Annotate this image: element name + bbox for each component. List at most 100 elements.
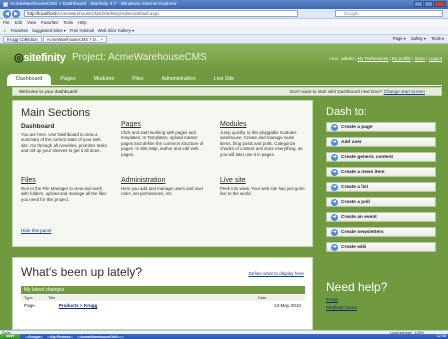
user-bar: User: admin | My Preferences | My profil… xyxy=(329,56,442,61)
create-page-button[interactable]: ➜ Create a page xyxy=(326,122,436,132)
button-label: Create a page xyxy=(341,124,373,130)
taskbar: start Google My Pictures AcmeWarehouseCM… xyxy=(0,334,448,339)
nav-divider xyxy=(7,85,442,86)
row-title-link[interactable]: Products > Krugg xyxy=(59,303,98,308)
section-desc: Here you add and manage users and user r… xyxy=(121,186,204,197)
hide-panel-link[interactable]: Hide this panel xyxy=(21,228,51,233)
page-menu[interactable]: Page ▾ xyxy=(393,36,406,41)
section-pages: Pages Click and start working with pages… xyxy=(121,121,207,157)
url-host: http://localhost xyxy=(27,11,57,16)
close-button[interactable] xyxy=(434,1,446,7)
section-title-link[interactable]: Administration xyxy=(121,177,207,184)
arrow-icon: ➜ xyxy=(331,243,338,251)
dash-to-title: Dash to: xyxy=(326,106,367,118)
menu-edit[interactable]: Edit xyxy=(15,20,22,25)
section-title-link[interactable]: Files xyxy=(21,177,107,184)
menu-tools[interactable]: Tools xyxy=(63,20,73,25)
menu-help[interactable]: Help xyxy=(78,20,87,25)
nav-live-site[interactable]: Live Site xyxy=(205,74,244,85)
arrow-icon: ➜ xyxy=(331,168,338,176)
favorite-web-slice[interactable]: Web Slice Gallery ▾ xyxy=(98,28,134,33)
task-my-pictures[interactable]: My Pictures xyxy=(46,334,75,339)
menu-favorites[interactable]: Favorites xyxy=(41,20,58,25)
whats-up-panel: What's been up lately? Define what to di… xyxy=(12,257,313,330)
window-controls xyxy=(414,1,446,7)
section-title-link[interactable]: Modules xyxy=(220,121,306,128)
tools-menu[interactable]: Tools ▾ xyxy=(431,36,444,41)
minimize-button[interactable] xyxy=(414,1,423,7)
my-preferences-link[interactable]: My Preferences xyxy=(358,56,389,61)
nav-administration[interactable]: Administration xyxy=(152,74,204,85)
store-link[interactable]: Store xyxy=(414,56,425,61)
favorite-suggested-sites[interactable]: Suggested Sites ▾ xyxy=(32,28,66,33)
create-poll-button[interactable]: ➜ Create a poll xyxy=(326,197,436,207)
button-label: Add user xyxy=(341,139,362,145)
tab-krugg[interactable]: Krugg Collection xyxy=(3,35,42,43)
welcome-text: Welcome to your dashboard! xyxy=(19,89,78,94)
whats-up-title: What's been up lately? xyxy=(21,265,143,279)
search-input[interactable]: Google xyxy=(335,10,443,17)
button-label: Create a list xyxy=(341,184,369,190)
faqs-link[interactable]: FAQs xyxy=(326,297,444,302)
section-modules: Modules Jump quickly to this pluggable m… xyxy=(220,121,306,157)
button-label: Create wiki xyxy=(341,244,367,250)
menu-view[interactable]: View xyxy=(27,20,36,25)
create-list-button[interactable]: ➜ Create a list xyxy=(326,182,436,192)
address-bar[interactable]: http://localhost/AcmeWarehouseCMS/Sitefi… xyxy=(24,10,298,17)
column-type[interactable]: Type xyxy=(21,295,48,301)
section-desc: Peek into www. Your web site has just go… xyxy=(220,186,305,197)
menu-bar: File Edit View Favorites Tools Help xyxy=(0,19,448,26)
nav-modules[interactable]: Modules xyxy=(85,74,123,85)
button-label: Create a news item xyxy=(341,169,385,175)
latest-changes-header[interactable]: My latest changes xyxy=(21,286,305,294)
task-google[interactable]: Google xyxy=(24,334,45,339)
logo-text: sitefinity xyxy=(23,52,66,64)
forward-icon[interactable]: ▶ xyxy=(12,9,20,18)
nav-dashboard[interactable]: Dashboard xyxy=(7,74,52,85)
button-label: Create a poll xyxy=(341,199,370,205)
address-row: ◀ ▶ http://localhost/AcmeWarehouseCMS/Si… xyxy=(0,9,448,19)
logout-link[interactable]: Logout xyxy=(429,56,442,61)
forum-link[interactable]: Sitefinity forum xyxy=(326,305,444,310)
create-wiki-button[interactable]: ➜ Create wiki xyxy=(326,242,436,252)
arrow-icon: ➜ xyxy=(331,183,338,191)
arrow-icon: ➜ xyxy=(331,123,338,131)
nav-files[interactable]: Files xyxy=(123,74,152,85)
back-icon[interactable]: ◀ xyxy=(3,9,11,18)
favorites-button[interactable]: Favorites xyxy=(11,28,28,33)
nav-pages[interactable]: Pages xyxy=(51,74,84,85)
section-title-link[interactable]: Live site xyxy=(220,177,306,184)
clock: 12:48 xyxy=(436,334,446,338)
create-newsletters-button[interactable]: ➜ Create newsletters xyxy=(326,227,436,237)
start-button[interactable]: start xyxy=(0,334,21,339)
task-browser[interactable]: AcmeWarehouseCMS... xyxy=(76,334,125,339)
favorite-free-hotmail[interactable]: Free Hotmail xyxy=(70,28,94,33)
favorites-bar: ★ Favorites Suggested Sites ▾ Free Hotma… xyxy=(0,26,448,35)
create-event-button[interactable]: ➜ Create an event xyxy=(326,212,436,222)
section-live-site: Live site Peek into www. Your web site h… xyxy=(220,177,306,197)
column-title[interactable]: Title xyxy=(48,295,258,301)
user-prefix: User: xyxy=(329,56,340,61)
maximize-button[interactable] xyxy=(424,1,433,7)
arrow-icon: ➜ xyxy=(331,213,338,221)
add-user-button[interactable]: ➜ Add user xyxy=(326,137,436,147)
menu-file[interactable]: File xyxy=(3,20,10,25)
browser-tabs: Krugg Collection AcmeWarehouseCMS > D...… xyxy=(0,35,448,44)
cms-page: ◎sitefinity Project: AcmeWarehouseCMS Us… xyxy=(0,44,448,330)
create-news-item-button[interactable]: ➜ Create a news item xyxy=(326,167,436,177)
row-type: Page xyxy=(24,303,35,308)
define-display-link[interactable]: Define what to display here xyxy=(249,271,304,276)
section-title-link[interactable]: Pages xyxy=(121,121,207,128)
section-files: Files Run to the File Manager to view an… xyxy=(21,177,107,202)
column-date[interactable]: Date xyxy=(258,295,266,301)
tab-acme[interactable]: AcmeWarehouseCMS > D... × xyxy=(42,35,107,43)
my-profile-link[interactable]: My profile xyxy=(392,56,411,61)
ie-icon xyxy=(3,2,8,7)
section-administration: Administration Here you add and manage u… xyxy=(121,177,207,197)
button-label: Create newsletters xyxy=(341,229,384,235)
main-sections-panel: Main Sections Dashboard You are here. Us… xyxy=(12,100,313,247)
create-generic-content-button[interactable]: ➜ Create generic content xyxy=(326,152,436,162)
change-start-screen-link[interactable]: Change start screen xyxy=(384,89,425,94)
dash-to-panel: Dash to: ➜ Create a page ➜ Add user ➜ Creat… xyxy=(322,100,442,306)
safety-menu[interactable]: Safety ▾ xyxy=(411,36,426,41)
